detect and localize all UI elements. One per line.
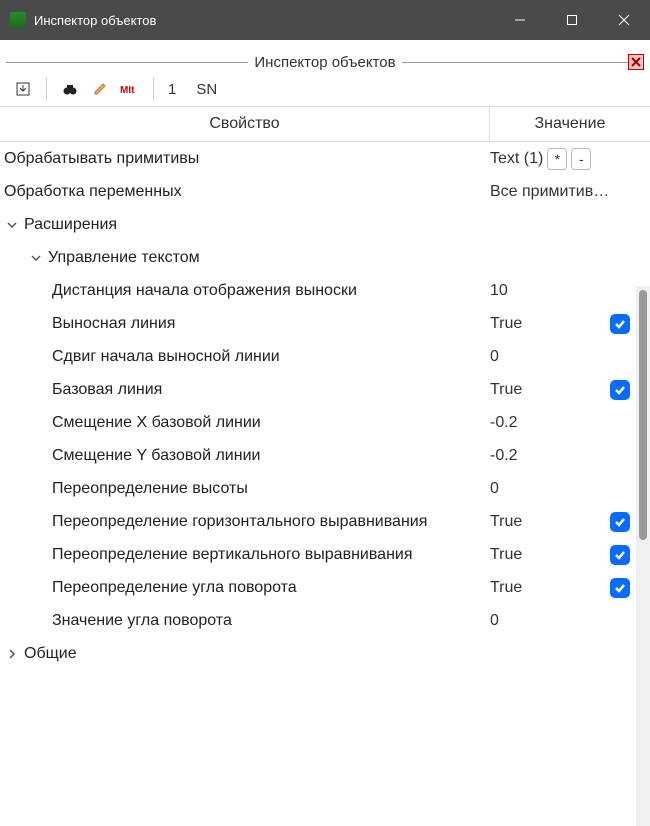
panel-title: Инспектор объектов: [248, 54, 401, 71]
separator: [46, 78, 47, 100]
property-name: Дистанция начала отображения выноски: [52, 282, 357, 300]
property-value: 0: [490, 612, 499, 630]
property-name: Базовая линия: [52, 381, 162, 399]
property-name: Значение угла поворота: [52, 612, 232, 630]
property-grid: Обрабатывать примитивы Text (1) * - Обра…: [0, 142, 636, 670]
property-value: True: [490, 381, 522, 399]
checkbox-checked[interactable]: [610, 380, 630, 400]
toolbar-sn: SN: [194, 81, 219, 98]
property-value: 0: [490, 348, 499, 366]
panel-close-button[interactable]: [628, 54, 644, 70]
checkbox-checked[interactable]: [610, 314, 630, 334]
app-icon: [10, 12, 26, 28]
table-row[interactable]: Базовая линия True: [0, 373, 636, 406]
property-value: True: [490, 579, 522, 597]
checkbox-checked[interactable]: [610, 512, 630, 532]
table-header: Свойство Значение: [0, 106, 650, 142]
table-row[interactable]: Обработка переменных Все примитив…: [0, 175, 636, 208]
scrollbar[interactable]: [636, 286, 650, 826]
property-name: Смещение X базовой линии: [52, 414, 261, 432]
property-value: 0: [490, 480, 499, 498]
mit-icon[interactable]: MIt: [119, 78, 141, 100]
property-name: Переопределение угла поворота: [52, 579, 297, 597]
table-row[interactable]: Сдвиг начала выносной линии 0: [0, 340, 636, 373]
checkbox-checked[interactable]: [610, 578, 630, 598]
tree-node[interactable]: Расширения: [0, 208, 636, 241]
table-row[interactable]: Переопределение вертикального выравниван…: [0, 538, 636, 571]
scrollbar-thumb[interactable]: [639, 290, 647, 540]
maximize-button[interactable]: [546, 0, 598, 40]
property-name: Смещение Y базовой линии: [52, 447, 260, 465]
export-icon[interactable]: [12, 78, 34, 100]
spacer: [0, 40, 650, 52]
panel-header: Инспектор объектов: [0, 52, 650, 72]
property-value: Text (1): [490, 150, 543, 168]
table-row[interactable]: Выносная линия True: [0, 307, 636, 340]
window-title: Инспектор объектов: [34, 13, 494, 28]
property-value: True: [490, 546, 522, 564]
chevron-down-icon[interactable]: [28, 253, 44, 263]
pencil-icon[interactable]: [89, 78, 111, 100]
property-name: Переопределение горизонтального выравнив…: [52, 513, 427, 531]
property-name: Управление текстом: [48, 249, 200, 267]
property-value: True: [490, 513, 522, 531]
svg-text:MIt: MIt: [120, 85, 135, 96]
tree-node[interactable]: Управление текстом: [0, 241, 636, 274]
property-name: Переопределение вертикального выравниван…: [52, 546, 413, 564]
close-button[interactable]: [598, 0, 650, 40]
property-name: Переопределение высоты: [52, 480, 248, 498]
binoculars-icon[interactable]: [59, 78, 81, 100]
property-value: True: [490, 315, 522, 333]
toolbar: MIt 1 SN: [0, 72, 650, 106]
property-name: Общие: [24, 645, 77, 663]
table-row[interactable]: Смещение Y базовой линии -0.2: [0, 439, 636, 472]
property-name: Обрабатывать примитивы: [4, 150, 199, 168]
chevron-right-icon[interactable]: [4, 649, 20, 659]
column-property[interactable]: Свойство: [0, 107, 490, 141]
table-row[interactable]: Переопределение высоты 0: [0, 472, 636, 505]
minimize-button[interactable]: [494, 0, 546, 40]
property-value: -0.2: [490, 414, 518, 432]
property-name: Расширения: [24, 216, 117, 234]
column-value[interactable]: Значение: [490, 115, 650, 133]
table-row[interactable]: Значение угла поворота 0: [0, 604, 636, 637]
separator: [153, 78, 154, 100]
checkbox-checked[interactable]: [610, 545, 630, 565]
table-row[interactable]: Переопределение угла поворота True: [0, 571, 636, 604]
property-name: Выносная линия: [52, 315, 175, 333]
property-name: Обработка переменных: [4, 183, 182, 201]
table-row[interactable]: Смещение X базовой линии -0.2: [0, 406, 636, 439]
property-value: -0.2: [490, 447, 518, 465]
toolbar-count: 1: [166, 81, 178, 98]
table-row[interactable]: Переопределение горизонтального выравнив…: [0, 505, 636, 538]
table-row[interactable]: Дистанция начала отображения выноски 10: [0, 274, 636, 307]
property-value: 10: [490, 282, 508, 300]
chevron-down-icon[interactable]: [4, 220, 20, 230]
window-titlebar: Инспектор объектов: [0, 0, 650, 40]
property-value: Все примитив…: [490, 183, 609, 201]
minus-button[interactable]: -: [571, 148, 591, 170]
table-row[interactable]: Обрабатывать примитивы Text (1) * -: [0, 142, 636, 175]
property-name: Сдвиг начала выносной линии: [52, 348, 280, 366]
wildcard-button[interactable]: *: [547, 148, 567, 170]
tree-node[interactable]: Общие: [0, 637, 636, 670]
